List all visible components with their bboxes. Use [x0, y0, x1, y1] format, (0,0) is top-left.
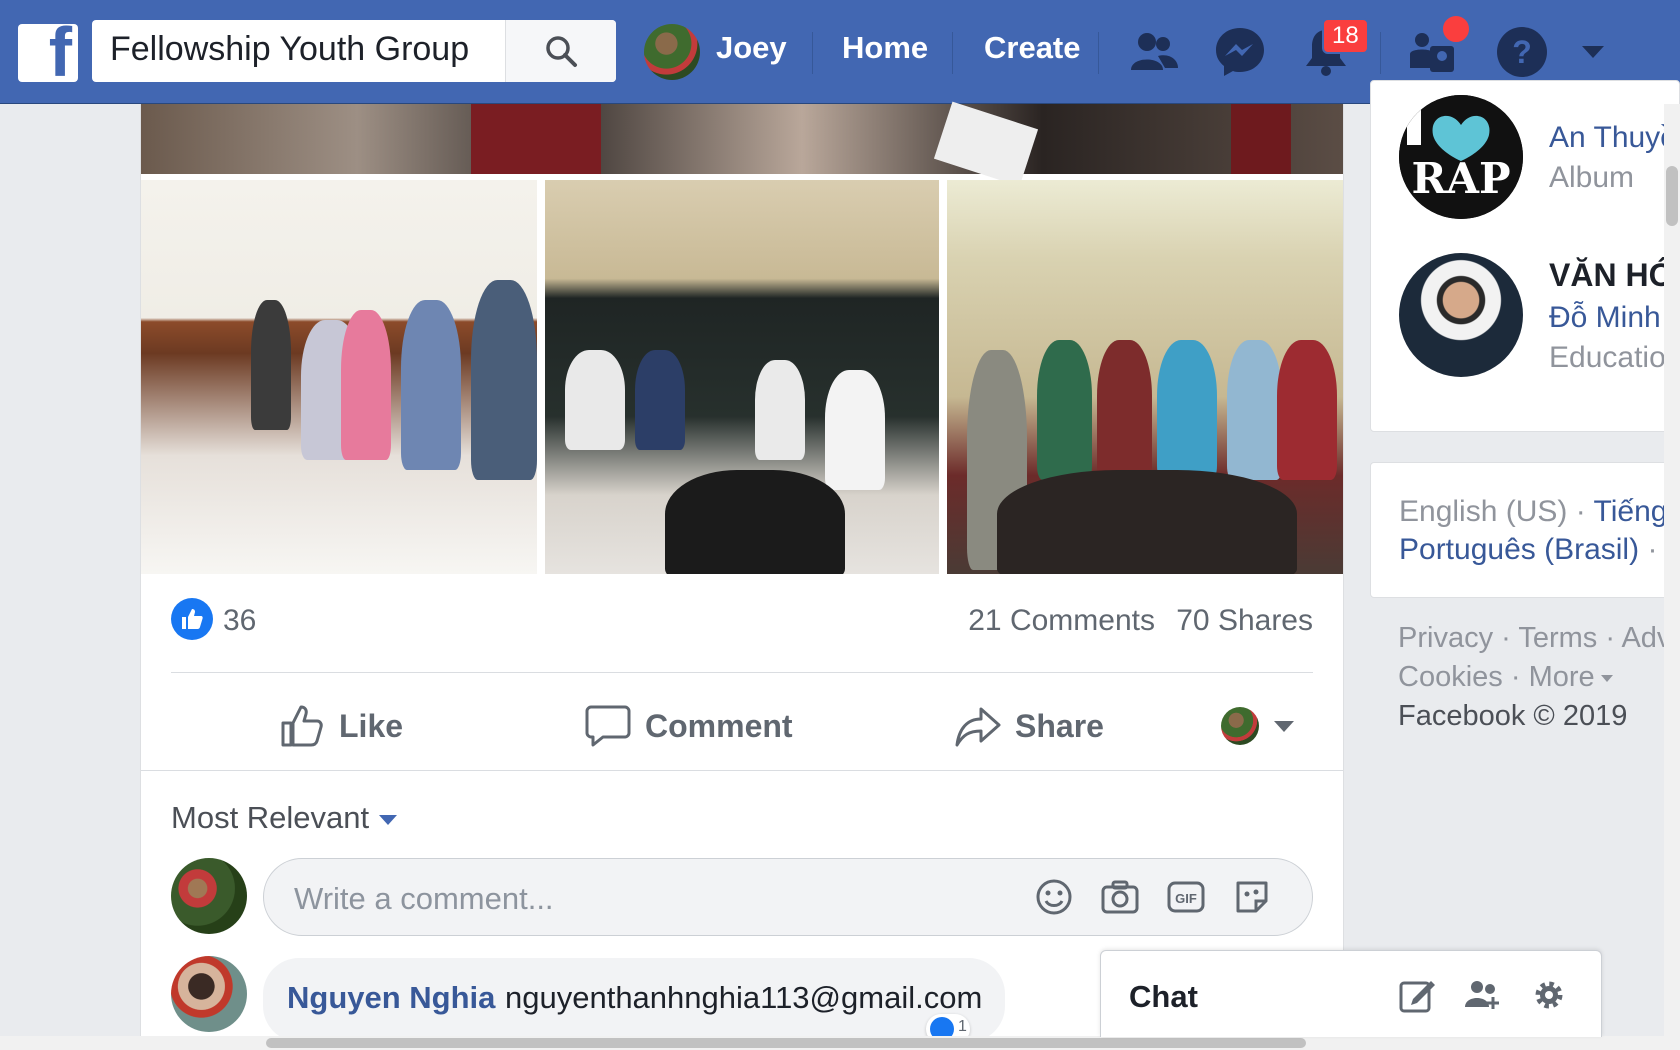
messenger-icon[interactable] — [1212, 24, 1268, 80]
svg-text:RAP: RAP — [1411, 154, 1510, 203]
current-language: English (US) — [1399, 495, 1568, 528]
scrollbar-thumb[interactable] — [266, 1038, 1306, 1048]
caret-down-icon — [1600, 674, 1613, 682]
footer-links-row-1: Privacy · Terms · Adv — [1398, 622, 1672, 654]
language-row-1: English (US) · Tiếng V — [1399, 495, 1680, 529]
current-user-avatar[interactable] — [171, 858, 247, 934]
language-selector-card: English (US) · Tiếng V Português (Brasil… — [1370, 462, 1680, 598]
suggested-pages-card: RAP An Thuyề Album VĂN HÓ Đỗ Minh T Educ… — [1370, 80, 1680, 432]
search-icon — [546, 36, 577, 67]
emoji-icon[interactable] — [1034, 877, 1074, 917]
post-as-avatar — [1221, 707, 1259, 745]
facebook-logo-icon[interactable]: f — [18, 24, 78, 82]
comment-text: nguyenthanhnghia113@gmail.com — [505, 980, 983, 1015]
language-link-portuguese[interactable]: Português (Brasil) — [1399, 533, 1639, 566]
svg-text:GIF: GIF — [1175, 891, 1197, 906]
comment-input[interactable]: Write a comment... GIF — [263, 858, 1313, 936]
language-row-2: Português (Brasil) · F — [1399, 533, 1680, 567]
chat-bar[interactable]: Chat — [1100, 950, 1602, 1037]
post-photo-4[interactable] — [947, 180, 1343, 574]
profile-avatar[interactable] — [644, 24, 700, 80]
nav-divider — [812, 32, 813, 74]
suggested-page-title-2[interactable]: VĂN HÓ — [1549, 257, 1673, 294]
comment-sort-dropdown[interactable]: Most Relevant — [171, 800, 398, 836]
divider — [141, 770, 1343, 771]
camera-icon[interactable] — [1100, 877, 1140, 917]
share-arrow-icon — [955, 707, 1001, 747]
divider — [171, 672, 1313, 673]
chat-label: Chat — [1129, 979, 1198, 1014]
post-photo-main[interactable] — [141, 101, 1343, 187]
comment-button[interactable]: Comment — [585, 694, 793, 758]
more-link[interactable]: More — [1529, 661, 1595, 693]
search-input[interactable]: Fellowship Youth Group — [110, 30, 469, 69]
nav-divider — [1098, 32, 1099, 74]
vertical-scrollbar[interactable] — [1664, 104, 1680, 1050]
sticker-icon[interactable] — [1232, 877, 1272, 917]
suggested-page-category-1: Album — [1549, 161, 1635, 194]
like-count: 36 — [223, 604, 257, 637]
scrollbar-thumb[interactable] — [1666, 166, 1678, 226]
share-button[interactable]: Share — [955, 694, 1104, 758]
friend-requests-icon[interactable] — [1126, 24, 1182, 80]
search-field[interactable]: Fellowship Youth Group — [92, 20, 616, 82]
comment-author-link[interactable]: Nguyen Nghia — [287, 980, 495, 1016]
thumbs-up-icon — [281, 705, 323, 747]
sort-label: Most Relevant — [171, 800, 370, 835]
share-label: Share — [1015, 707, 1104, 744]
notifications-badge: 18 — [1322, 18, 1369, 54]
svg-text:?: ? — [1512, 34, 1532, 70]
horizontal-scrollbar[interactable] — [0, 1036, 1664, 1050]
chevron-down-icon — [1274, 721, 1294, 732]
suggested-page-link-1[interactable]: An Thuyề — [1549, 121, 1677, 155]
rap-album-art: RAP — [1399, 95, 1523, 219]
suggested-page-avatar-2[interactable] — [1399, 253, 1523, 377]
comment-bubble-icon — [585, 705, 631, 747]
nav-divider — [952, 32, 953, 74]
copyright-text: Facebook © 2019 — [1398, 700, 1628, 732]
home-link[interactable]: Home — [842, 30, 928, 66]
post-as-selector[interactable] — [1221, 694, 1295, 758]
cookies-link[interactable]: Cookies — [1398, 661, 1503, 693]
help-icon[interactable]: ? — [1494, 24, 1550, 80]
shares-count-link[interactable]: 70 Shares — [1176, 604, 1313, 638]
like-button[interactable]: Like — [279, 694, 403, 758]
post-photo-3[interactable] — [545, 180, 939, 574]
suggested-page-category-2: Educatior — [1549, 341, 1676, 374]
comment-bubble: Nguyen Nghia nguyenthanhnghia113@gmail.c… — [263, 958, 1005, 1042]
terms-link[interactable]: Terms — [1518, 622, 1597, 654]
comment-label: Comment — [645, 707, 793, 744]
create-link[interactable]: Create — [984, 30, 1081, 66]
post-card: 36 21 Comments 70 Shares Like Comment Sh… — [140, 101, 1344, 1050]
gear-icon[interactable] — [1529, 975, 1569, 1015]
like-label: Like — [339, 707, 404, 744]
commenter-avatar[interactable] — [171, 956, 247, 1032]
search-button[interactable] — [505, 20, 616, 82]
nav-divider — [1380, 32, 1381, 74]
notification-dot — [1441, 14, 1471, 44]
caret-down-icon — [379, 814, 398, 825]
profile-link[interactable]: Joey — [716, 30, 787, 66]
rap-album-thumbnail[interactable]: RAP — [1399, 95, 1523, 219]
gif-icon[interactable]: GIF — [1166, 877, 1206, 917]
new-message-icon[interactable] — [1397, 975, 1437, 1015]
post-photo-2[interactable] — [141, 180, 537, 574]
new-group-icon[interactable] — [1463, 975, 1503, 1015]
comments-count-link[interactable]: 21 Comments — [968, 604, 1155, 638]
privacy-link[interactable]: Privacy — [1398, 622, 1493, 654]
like-reaction-icon — [171, 598, 213, 640]
suggested-page-link-2[interactable]: Đỗ Minh T — [1549, 301, 1680, 335]
comment-placeholder: Write a comment... — [294, 881, 554, 916]
account-menu-chevron-down-icon[interactable] — [1578, 24, 1608, 80]
footer-links-row-2: Cookies · More — [1398, 661, 1613, 694]
